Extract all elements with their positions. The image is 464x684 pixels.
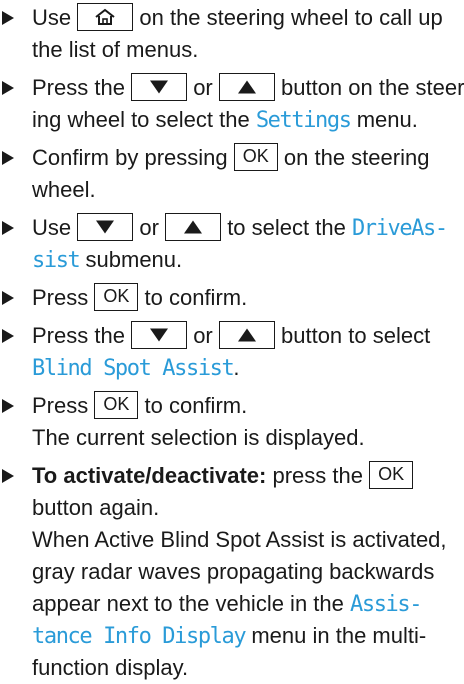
- step-text: gray radar waves propagating backwards: [32, 559, 435, 584]
- down-arrow-button-icon: [131, 73, 188, 102]
- step-text: When Active Blind Spot Assist is activat…: [32, 527, 447, 552]
- bullet-arrow-icon: [2, 460, 20, 492]
- step-text: to select the: [227, 215, 346, 240]
- display-text-blind-spot-assist: Blind Spot Assist: [32, 356, 235, 381]
- step-text: Press: [32, 393, 89, 418]
- step-text: button to select: [281, 323, 431, 348]
- step-text: ing wheel to select the: [32, 107, 250, 132]
- up-arrow-button-icon: [165, 213, 222, 242]
- step-text: menu.: [356, 107, 418, 132]
- step-text: menu in the multi-: [251, 623, 427, 648]
- step-text: or: [193, 75, 213, 100]
- bullet-arrow-icon: [2, 2, 20, 34]
- bullet-arrow-icon: [2, 282, 20, 314]
- bullet-arrow-icon: [2, 142, 20, 174]
- display-text-driveassist: sist: [32, 248, 81, 273]
- step-text: or: [193, 323, 213, 348]
- step-text: button again.: [32, 495, 160, 520]
- bullet-arrow-icon: [2, 212, 20, 244]
- display-text-driveassist: DriveAs-: [351, 216, 448, 241]
- step-text: on the steering wheel to call up: [139, 5, 443, 30]
- step-text: submenu.: [85, 247, 183, 272]
- step-text: Confirm by pressing: [32, 145, 228, 170]
- step-text: Press: [32, 285, 89, 310]
- instruction-page: Use on the steering wheel to call up the…: [0, 0, 464, 680]
- step-bold-heading: To activate/deactivate:: [32, 463, 267, 488]
- down-arrow-button-icon: [77, 213, 134, 242]
- home-button-icon: [77, 3, 134, 32]
- display-text-settings: Settings: [255, 108, 352, 133]
- down-arrow-button-icon: [131, 321, 188, 350]
- step-text: the list of menus.: [32, 37, 199, 62]
- step-text: on the steering: [283, 145, 430, 170]
- up-arrow-button-icon: [218, 321, 275, 350]
- ok-button-icon: OK: [94, 391, 139, 420]
- step-text: Press the: [32, 75, 125, 100]
- step-text: button on the steer-: [281, 75, 464, 100]
- ok-button-icon: OK: [233, 143, 278, 172]
- ok-button-icon: OK: [369, 461, 414, 490]
- step-text: Use: [32, 5, 72, 30]
- bullet-arrow-icon: [2, 72, 20, 104]
- step-text: .: [233, 355, 240, 380]
- step-text: press the: [272, 463, 363, 488]
- step-text: Press the: [32, 323, 125, 348]
- step-text: or: [139, 215, 159, 240]
- step-text: wheel.: [32, 177, 96, 202]
- up-arrow-button-icon: [218, 73, 275, 102]
- display-text-assistance-info: Assis-: [350, 592, 422, 617]
- step-text: Use: [32, 215, 72, 240]
- step-text: The current selection is displayed.: [32, 425, 365, 450]
- step-text: to confirm.: [144, 285, 248, 310]
- bullet-arrow-icon: [2, 320, 20, 352]
- bullet-arrow-icon: [2, 390, 20, 422]
- step-text: appear next to the vehicle in the: [32, 591, 344, 616]
- step-text: function display.: [32, 655, 189, 680]
- ok-button-icon: OK: [94, 283, 139, 312]
- step-text: to confirm.: [144, 393, 248, 418]
- display-text-assistance-info: tance Info Display: [32, 624, 247, 649]
